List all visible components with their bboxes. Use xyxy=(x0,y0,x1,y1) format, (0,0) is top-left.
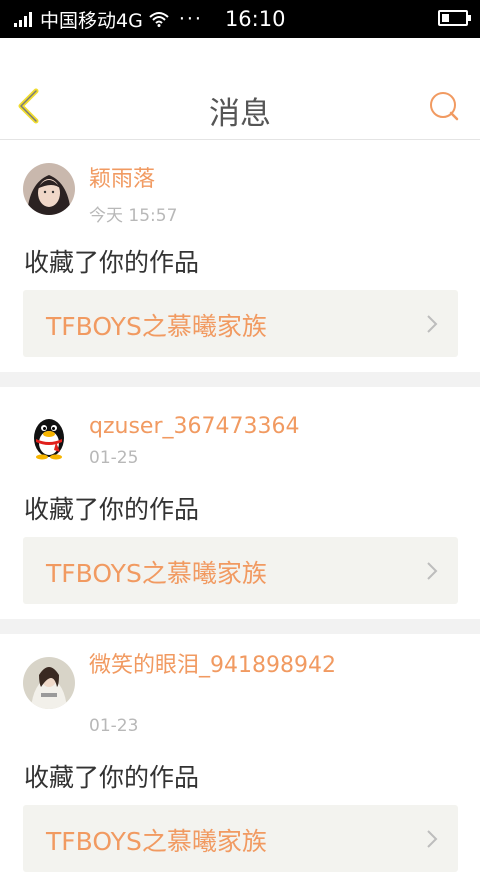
user-avatar[interactable] xyxy=(23,410,75,462)
work-title: TFBOYS之慕曦家族 xyxy=(46,827,267,856)
chevron-right-icon xyxy=(427,315,438,333)
status-bar: 中国移动4G ··· 16:10 xyxy=(0,0,480,38)
message-item: qzuser_367473364 01-25 收藏了你的作品 TFBOYS之慕曦… xyxy=(0,387,480,619)
message-time: 01-23 xyxy=(89,716,139,736)
work-link[interactable]: TFBOYS之慕曦家族 xyxy=(23,290,458,357)
message-list: 颖雨落 今天 15:57 收藏了你的作品 TFBOYS之慕曦家族 qzuser_… xyxy=(0,140,480,894)
username[interactable]: 颖雨落 xyxy=(89,167,449,193)
work-link[interactable]: TFBOYS之慕曦家族 xyxy=(23,805,458,872)
work-title: TFBOYS之慕曦家族 xyxy=(46,312,267,341)
signal-icon xyxy=(14,11,34,27)
chevron-right-icon xyxy=(427,830,438,848)
clock: 16:10 xyxy=(224,7,286,31)
action-text: 收藏了你的作品 xyxy=(24,763,200,792)
username[interactable]: 微笑的眼泪_941898942 xyxy=(89,653,449,679)
divider xyxy=(0,372,480,387)
action-text: 收藏了你的作品 xyxy=(24,495,200,524)
work-title: TFBOYS之慕曦家族 xyxy=(46,559,267,588)
more-dots: ··· xyxy=(178,8,203,30)
search-icon[interactable] xyxy=(428,90,460,122)
divider xyxy=(0,619,480,634)
page-title: 消息 xyxy=(209,96,271,132)
action-text: 收藏了你的作品 xyxy=(24,248,200,277)
message-time: 01-25 xyxy=(89,448,139,468)
battery-icon xyxy=(438,10,471,26)
carrier-label: 中国移动4G xyxy=(40,9,143,32)
user-avatar[interactable] xyxy=(23,657,75,709)
nav-bar: 消息 xyxy=(0,38,480,140)
message-item: 微笑的眼泪_941898942 01-23 收藏了你的作品 TFBOYS之慕曦家… xyxy=(0,634,480,894)
username[interactable]: qzuser_367473364 xyxy=(89,414,449,440)
work-link[interactable]: TFBOYS之慕曦家族 xyxy=(23,537,458,604)
wifi-icon xyxy=(149,12,169,27)
message-item: 颖雨落 今天 15:57 收藏了你的作品 TFBOYS之慕曦家族 xyxy=(0,140,480,372)
chevron-right-icon xyxy=(427,562,438,580)
user-avatar[interactable] xyxy=(23,163,75,215)
message-time: 今天 15:57 xyxy=(89,206,178,226)
